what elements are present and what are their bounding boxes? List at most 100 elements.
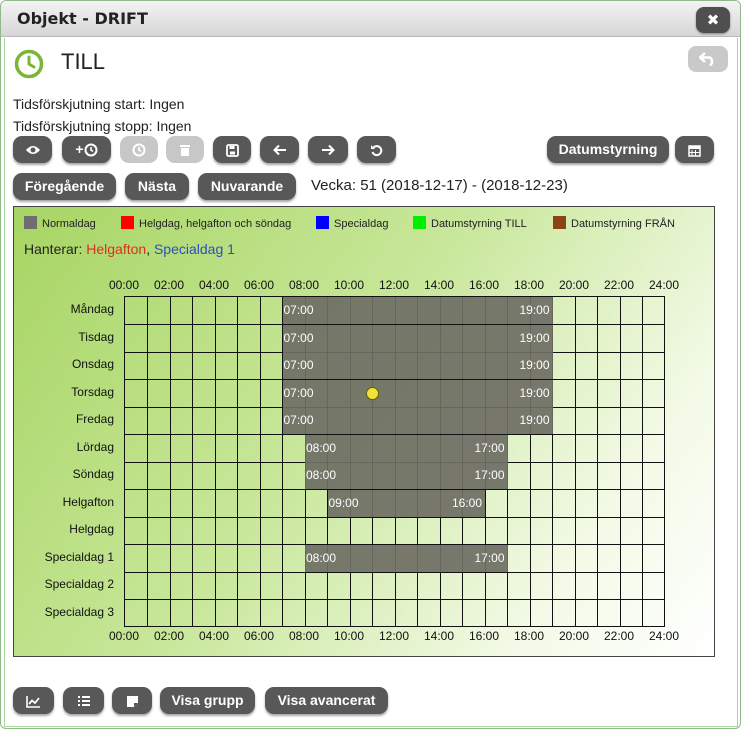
hour-tick-label: 10:00 <box>333 278 365 292</box>
handles-text: Hanterar: Helgafton, Specialdag 1 <box>24 241 235 257</box>
save-button[interactable] <box>213 136 251 163</box>
start-time-label: 07:00 <box>283 358 314 372</box>
handles-separator: , <box>146 241 154 257</box>
start-time-label: 07:00 <box>283 330 314 345</box>
hour-tick-label: 16:00 <box>468 629 500 643</box>
handles-item-specialdag[interactable]: Specialdag 1 <box>154 241 235 257</box>
grid-hline <box>125 599 664 600</box>
legend-item: Normaldag <box>24 216 96 232</box>
hour-tick-label: 22:00 <box>603 629 635 643</box>
day-label: Måndag <box>70 302 114 316</box>
hour-tick-label: 04:00 <box>198 278 230 292</box>
list-button[interactable] <box>63 687 104 714</box>
end-time-label: 19:00 <box>519 358 550 372</box>
end-time-label: 19:00 <box>519 385 550 400</box>
legend-swatch <box>413 216 426 229</box>
eye-icon <box>25 146 40 155</box>
delete-button[interactable] <box>166 136 204 163</box>
arrow-left-icon <box>272 145 286 156</box>
title-bar[interactable]: Objekt - DRIFT ✖ <box>1 1 740 37</box>
schedule-bar[interactable] <box>282 379 553 407</box>
start-time-label: 08:00 <box>306 468 337 482</box>
schedule-grid[interactable]: 07:00 19:00 07:00 19:00 07:00 19:00 07:00 19:00… <box>124 296 665 627</box>
legend-label: Datumstyrning FRÅN <box>571 218 675 230</box>
current-time-marker[interactable] <box>365 386 379 400</box>
handles-item-helgafton[interactable]: Helgafton <box>86 241 146 257</box>
shift-start-text: Tidsförskjutning start: Ingen <box>13 96 185 112</box>
legend-label: Datumstyrning TILL <box>431 218 527 230</box>
trash-icon <box>180 145 190 157</box>
undo-icon <box>371 144 383 156</box>
hour-tick-label: 20:00 <box>558 629 590 643</box>
hour-tick-label: 18:00 <box>513 629 545 643</box>
hour-tick-label: 24:00 <box>648 629 680 643</box>
day-label: Söndag <box>72 467 114 481</box>
calendar-icon <box>688 145 701 157</box>
day-label: Fredag <box>75 412 114 426</box>
next-week-arrow-button[interactable] <box>308 136 348 163</box>
back-button[interactable] <box>688 46 728 72</box>
chart-button[interactable] <box>13 687 54 714</box>
calendar-button[interactable] <box>675 136 714 163</box>
close-button[interactable]: ✖ <box>696 7 730 33</box>
next-button[interactable]: Nästa <box>125 173 189 200</box>
show-advanced-button[interactable]: Visa avancerat <box>265 687 388 714</box>
note-button[interactable] <box>112 687 152 714</box>
clock-icon <box>84 143 98 157</box>
day-label: Helgafton <box>62 494 114 509</box>
legend-swatch <box>316 216 329 229</box>
hour-tick-label: 04:00 <box>198 629 230 643</box>
hour-tick-label: 20:00 <box>558 278 590 292</box>
shift-stop-text: Tidsförskjutning stopp: Ingen <box>13 118 192 134</box>
schedule-bar[interactable] <box>282 297 553 324</box>
hour-tick-label: 12:00 <box>378 278 410 292</box>
end-time-label: 19:00 <box>519 413 550 427</box>
reset-button[interactable] <box>357 136 396 163</box>
undo-arrow-icon <box>698 52 714 67</box>
add-time-button[interactable]: + <box>62 136 111 163</box>
hour-tick-label: 10:00 <box>333 629 365 643</box>
legend-item: Datumstyrning FRÅN <box>553 216 675 232</box>
hour-tick-label: 08:00 <box>288 629 320 643</box>
day-label: Onsdag <box>71 357 114 371</box>
prev-week-arrow-button[interactable] <box>260 136 299 163</box>
legend-label: Normaldag <box>42 218 96 230</box>
page-title: TILL <box>61 49 106 74</box>
legend-swatch <box>24 216 37 229</box>
legend-swatch <box>121 216 134 229</box>
day-label: Torsdag <box>71 384 114 399</box>
legend-label: Helgdag, helgafton och söndag <box>139 218 292 230</box>
show-group-button[interactable]: Visa grupp <box>160 687 255 714</box>
list-icon <box>77 696 90 707</box>
datumstyrning-button[interactable]: Datumstyrning <box>547 136 669 163</box>
hour-tick-label: 02:00 <box>153 278 185 292</box>
hour-tick-label: 08:00 <box>288 278 320 292</box>
hour-tick-label: 00:00 <box>108 278 140 292</box>
hour-tick-label: 14:00 <box>423 278 455 292</box>
timer-button[interactable] <box>120 136 158 163</box>
start-time-label: 07:00 <box>283 303 314 317</box>
legend-item: Specialdag <box>316 216 388 232</box>
current-button[interactable]: Nuvarande <box>198 173 296 200</box>
start-time-label: 08:00 <box>306 440 337 455</box>
end-time-label: 17:00 <box>474 440 505 455</box>
schedule-bar[interactable] <box>282 407 553 434</box>
previous-button[interactable]: Föregående <box>13 173 116 200</box>
arrow-right-icon <box>322 145 335 156</box>
day-label: Specialdag 2 <box>44 577 114 591</box>
window-title: Objekt - DRIFT <box>17 9 148 28</box>
hour-tick-label: 24:00 <box>648 278 680 292</box>
clock-icon <box>14 49 44 79</box>
hour-tick-label: 12:00 <box>378 629 410 643</box>
end-time-label: 17:00 <box>474 550 505 565</box>
object-dialog: Objekt - DRIFT ✖ TILL Tidsförskjutning s… <box>0 0 741 729</box>
day-label: Tisdag <box>78 329 114 344</box>
schedule-bar[interactable] <box>282 324 553 352</box>
schedule-bar[interactable] <box>282 352 553 379</box>
handles-prefix: Hanterar: <box>24 241 87 257</box>
legend-item: Helgdag, helgafton och söndag <box>121 216 291 232</box>
grid-hline <box>125 516 664 518</box>
save-icon <box>225 143 239 157</box>
line-chart-icon <box>26 695 40 708</box>
view-button[interactable] <box>13 136 52 163</box>
